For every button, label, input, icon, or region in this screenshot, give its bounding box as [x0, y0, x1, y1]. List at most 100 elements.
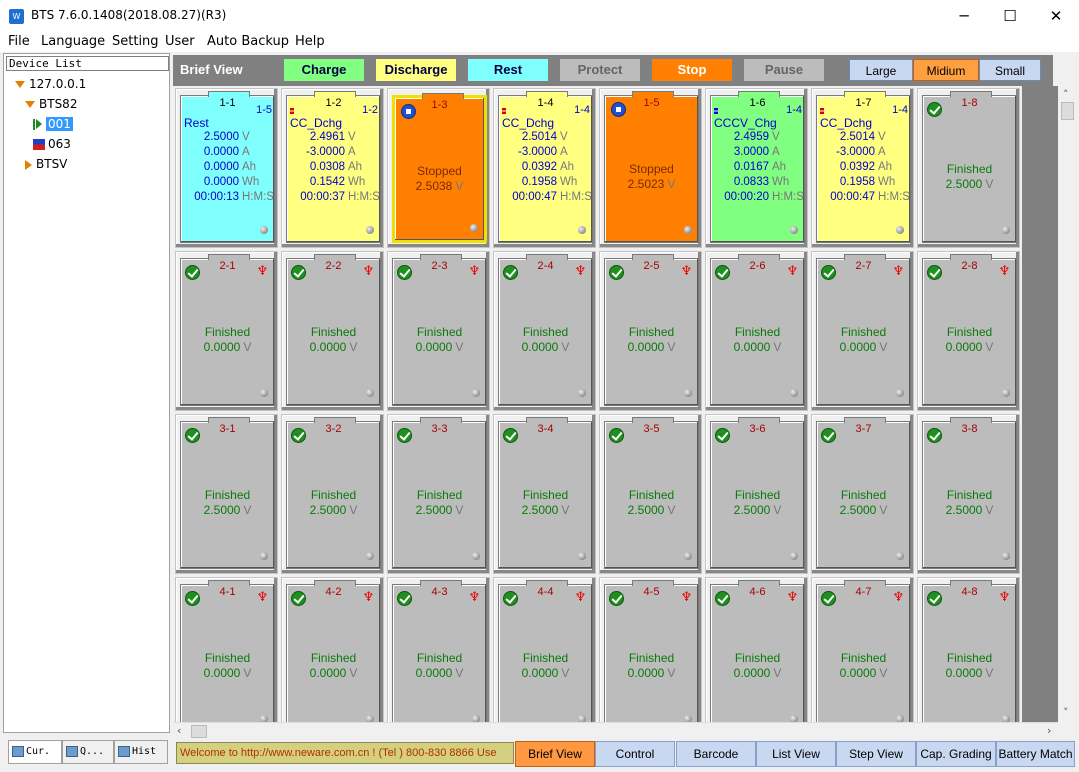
menu-help[interactable]: Help: [295, 34, 325, 49]
voltage-unit: V: [773, 340, 782, 354]
bottom-tab-cap-grading[interactable]: Cap. Grading: [916, 741, 996, 767]
channel-cell[interactable]: 1-5 Stopped 2.5023 V: [599, 88, 702, 248]
tree-node-unit-001[interactable]: 001: [33, 116, 73, 132]
channel-card[interactable]: 2-4 ♆ Finished 0.0000 V: [498, 254, 593, 406]
channel-cell[interactable]: 2-3 ♆ Finished 0.0000 V: [387, 251, 490, 411]
channel-cell[interactable]: 3-1 Finished 2.5000 V: [175, 414, 278, 574]
channel-cell[interactable]: 2-4 ♆ Finished 0.0000 V: [493, 251, 596, 411]
channel-card[interactable]: 1-4 1-4 CC_Dchg 2.5014 V -3.0000 A 0.0392 Ah 0.19…: [498, 91, 593, 243]
vertical-scrollbar[interactable]: ˄ ˅: [1058, 86, 1077, 722]
tab-current[interactable]: Cur.: [8, 740, 62, 764]
scroll-thumb[interactable]: [191, 725, 207, 738]
channel-card[interactable]: 2-6 ♆ Finished 0.0000 V: [710, 254, 805, 406]
channel-card[interactable]: 2-5 ♆ Finished 0.0000 V: [604, 254, 699, 406]
channel-cell[interactable]: 2-6 ♆ Finished 0.0000 V: [705, 251, 808, 411]
channel-cell[interactable]: 1-6 1-4 CCCV_Chg 2.4959 V 3.0000 A 0.0167 Ah 0.08…: [705, 88, 808, 248]
channel-card[interactable]: 3-4 Finished 2.5000 V: [498, 417, 593, 569]
channel-card[interactable]: 1-2 1-2 CC_Dchg 2.4961 V -3.0000 A 0.0308 Ah 0.15…: [286, 91, 381, 243]
channel-cell[interactable]: 2-2 ♆ Finished 0.0000 V: [281, 251, 384, 411]
channel-cell[interactable]: 3-4 Finished 2.5000 V: [493, 414, 596, 574]
scroll-down-icon[interactable]: ˅: [1063, 706, 1069, 719]
channel-card[interactable]: 3-7 Finished 2.5000 V: [816, 417, 911, 569]
channel-cell[interactable]: 3-6 Finished 2.5000 V: [705, 414, 808, 574]
channel-cell[interactable]: 3-2 Finished 2.5000 V: [281, 414, 384, 574]
channel-cell[interactable]: 2-8 ♆ Finished 0.0000 V: [917, 251, 1020, 411]
channel-cell[interactable]: 3-5 Finished 2.5000 V: [599, 414, 702, 574]
channel-card[interactable]: 4-8 ♆ Finished 0.0000 V: [922, 580, 1017, 722]
channel-card[interactable]: 4-5 ♆ Finished 0.0000 V: [604, 580, 699, 722]
tree-node-btsv[interactable]: BTSV: [25, 156, 67, 172]
size-small-button[interactable]: Small: [979, 59, 1041, 81]
channel-cell[interactable]: 1-4 1-4 CC_Dchg 2.5014 V -3.0000 A 0.0392 Ah 0.19…: [493, 88, 596, 248]
channel-cell[interactable]: 1-3 Stopped 2.5038 V: [387, 88, 490, 248]
channel-card[interactable]: 1-5 Stopped 2.5023 V: [604, 91, 699, 243]
channel-card[interactable]: 3-6 Finished 2.5000 V: [710, 417, 805, 569]
channel-cell[interactable]: 3-3 Finished 2.5000 V: [387, 414, 490, 574]
channel-card[interactable]: 4-7 ♆ Finished 0.0000 V: [816, 580, 911, 722]
size-midium-button[interactable]: Midium: [913, 59, 979, 81]
channel-cell[interactable]: 4-6 ♆ Finished 0.0000 V: [705, 577, 808, 722]
channel-cell[interactable]: 4-8 ♆ Finished 0.0000 V: [917, 577, 1020, 722]
scroll-right-icon[interactable]: ›: [1047, 724, 1051, 737]
close-button[interactable]: ✕: [1033, 0, 1079, 32]
channel-card[interactable]: 4-3 ♆ Finished 0.0000 V: [392, 580, 487, 722]
channel-cell[interactable]: 3-7 Finished 2.5000 V: [811, 414, 914, 574]
scroll-thumb[interactable]: [1061, 102, 1074, 120]
channel-card[interactable]: 2-7 ♆ Finished 0.0000 V: [816, 254, 911, 406]
channel-card[interactable]: 3-8 Finished 2.5000 V: [922, 417, 1017, 569]
channel-card[interactable]: 1-1 1-5 Rest 2.5000 V 0.0000 A 0.0000 Ah 0.0000 Wh…: [180, 91, 275, 243]
bottom-tab-control[interactable]: Control: [595, 741, 675, 767]
channel-cell[interactable]: 2-1 ♆ Finished 0.0000 V: [175, 251, 278, 411]
channel-cell[interactable]: 4-1 ♆ Finished 0.0000 V: [175, 577, 278, 722]
tree-node-host[interactable]: 127.0.0.1: [15, 76, 86, 92]
channel-cell[interactable]: 2-5 ♆ Finished 0.0000 V: [599, 251, 702, 411]
menu-setting[interactable]: Setting: [112, 34, 159, 49]
maximize-button[interactable]: ☐: [987, 0, 1033, 32]
horizontal-scrollbar[interactable]: ‹ ›: [173, 722, 1058, 739]
channel-cell[interactable]: 4-4 ♆ Finished 0.0000 V: [493, 577, 596, 722]
channel-cell[interactable]: 1-1 1-5 Rest 2.5000 V 0.0000 A 0.0000 Ah 0.0000 Wh…: [175, 88, 278, 248]
menu-auto-backup[interactable]: Auto Backup: [207, 34, 289, 49]
scroll-up-icon[interactable]: ˄: [1063, 88, 1069, 101]
channel-card[interactable]: 4-2 ♆ Finished 0.0000 V: [286, 580, 381, 722]
channel-card[interactable]: 1-6 1-4 CCCV_Chg 2.4959 V 3.0000 A 0.0167 Ah 0.08…: [710, 91, 805, 243]
channel-card[interactable]: 2-1 ♆ Finished 0.0000 V: [180, 254, 275, 406]
tree-node-device[interactable]: BTS82: [25, 96, 77, 112]
bottom-tab-step-view[interactable]: Step View: [836, 741, 916, 767]
channel-cell[interactable]: 3-8 Finished 2.5000 V: [917, 414, 1020, 574]
channel-card[interactable]: 3-2 Finished 2.5000 V: [286, 417, 381, 569]
bottom-tab-brief-view[interactable]: Brief View: [515, 741, 595, 767]
tree-node-unit-063[interactable]: 063: [33, 136, 71, 152]
channel-cell[interactable]: 1-7 1-4 CC_Dchg 2.5014 V -3.0000 A 0.0392 Ah 0.19…: [811, 88, 914, 248]
channel-card[interactable]: 1-8 Finished 2.5000 V: [922, 91, 1017, 243]
channel-card[interactable]: 3-1 Finished 2.5000 V: [180, 417, 275, 569]
menu-user[interactable]: User: [165, 34, 195, 49]
channel-cell[interactable]: 4-5 ♆ Finished 0.0000 V: [599, 577, 702, 722]
channel-card[interactable]: 2-2 ♆ Finished 0.0000 V: [286, 254, 381, 406]
channel-cell[interactable]: 2-7 ♆ Finished 0.0000 V: [811, 251, 914, 411]
scroll-left-icon[interactable]: ‹: [177, 724, 181, 737]
channel-cell[interactable]: 4-2 ♆ Finished 0.0000 V: [281, 577, 384, 722]
channel-cell[interactable]: 1-2 1-2 CC_Dchg 2.4961 V -3.0000 A 0.0308 Ah 0.15…: [281, 88, 384, 248]
tab-history[interactable]: Hist: [114, 740, 168, 764]
minimize-button[interactable]: ─: [941, 0, 987, 32]
channel-cell[interactable]: 4-3 ♆ Finished 0.0000 V: [387, 577, 490, 722]
channel-card[interactable]: 4-6 ♆ Finished 0.0000 V: [710, 580, 805, 722]
channel-card[interactable]: 3-5 Finished 2.5000 V: [604, 417, 699, 569]
channel-card[interactable]: 3-3 Finished 2.5000 V: [392, 417, 487, 569]
menu-language[interactable]: Language: [41, 34, 105, 49]
channel-card[interactable]: 1-7 1-4 CC_Dchg 2.5014 V -3.0000 A 0.0392 Ah 0.19…: [816, 91, 911, 243]
bottom-tab-list-view[interactable]: List View: [756, 741, 836, 767]
channel-card[interactable]: 4-4 ♆ Finished 0.0000 V: [498, 580, 593, 722]
tab-query[interactable]: Q...: [62, 740, 114, 764]
channel-card[interactable]: 2-8 ♆ Finished 0.0000 V: [922, 254, 1017, 406]
menu-file[interactable]: File: [8, 34, 30, 49]
bottom-tab-battery-match[interactable]: Battery Match: [996, 741, 1075, 767]
channel-cell[interactable]: 4-7 ♆ Finished 0.0000 V: [811, 577, 914, 722]
channel-cell[interactable]: 1-8 Finished 2.5000 V: [917, 88, 1020, 248]
channel-card[interactable]: 2-3 ♆ Finished 0.0000 V: [392, 254, 487, 406]
channel-card[interactable]: 1-3 Stopped 2.5038 V: [392, 93, 487, 243]
channel-card[interactable]: 4-1 ♆ Finished 0.0000 V: [180, 580, 275, 722]
size-large-button[interactable]: Large: [849, 59, 913, 81]
bottom-tab-barcode[interactable]: Barcode: [676, 741, 756, 767]
